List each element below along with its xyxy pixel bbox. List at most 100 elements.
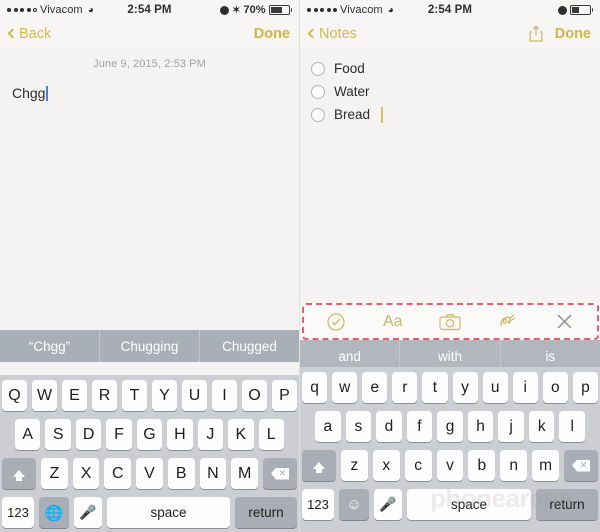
key-c[interactable]: C	[104, 458, 132, 489]
key-f[interactable]: F	[106, 419, 132, 450]
key-x[interactable]: x	[372, 450, 400, 481]
key-v[interactable]: v	[436, 450, 464, 481]
checkbox-circle-icon[interactable]	[311, 84, 325, 99]
key-w[interactable]: W	[32, 380, 57, 411]
key-q[interactable]: q	[302, 372, 328, 403]
dictation-key[interactable]: 🎤	[374, 489, 402, 520]
key-g[interactable]: G	[136, 419, 163, 450]
suggestion-0[interactable]: “Chgg”	[0, 330, 100, 362]
key-t[interactable]: T	[122, 380, 147, 411]
key-l[interactable]: L	[258, 419, 284, 450]
key-m[interactable]: m	[532, 450, 560, 481]
key-w[interactable]: w	[332, 372, 358, 403]
done-button[interactable]: Done	[555, 26, 591, 42]
checklist-icon[interactable]	[326, 312, 346, 332]
key-o[interactable]: O	[242, 380, 267, 411]
backspace-key[interactable]: ✕	[263, 458, 298, 489]
close-icon[interactable]	[555, 312, 574, 331]
key-f[interactable]: f	[406, 411, 433, 442]
key-z[interactable]: Z	[40, 458, 68, 489]
key-k[interactable]: K	[228, 419, 254, 450]
numbers-key[interactable]: 123	[2, 497, 34, 528]
text-cursor	[46, 85, 48, 101]
format-toolbar[interactable]: Aa	[300, 303, 600, 340]
key-k[interactable]: k	[528, 411, 555, 442]
key-q[interactable]: Q	[2, 380, 27, 411]
share-icon[interactable]	[529, 25, 543, 42]
numbers-key[interactable]: 123	[302, 489, 334, 520]
key-h[interactable]: H	[167, 419, 193, 450]
left-phone-screen: Vivacom ◕ 2:54 PM ✶ 70% Back Done June 9…	[0, 0, 300, 532]
key-c[interactable]: c	[404, 450, 432, 481]
text-format-icon[interactable]: Aa	[383, 313, 403, 331]
done-button[interactable]: Done	[254, 26, 290, 42]
key-s[interactable]: S	[45, 419, 71, 450]
notes-back-button[interactable]: Notes	[307, 25, 357, 42]
key-a[interactable]: A	[15, 419, 41, 450]
suggestion-1[interactable]: Chugging	[100, 330, 200, 362]
checkbox-circle-icon[interactable]	[311, 107, 325, 122]
back-button[interactable]: Back	[7, 26, 51, 42]
key-n[interactable]: n	[500, 450, 528, 481]
key-p[interactable]: p	[572, 372, 598, 403]
key-d[interactable]: d	[376, 411, 402, 442]
dictation-key[interactable]: 🎤	[74, 497, 102, 528]
key-y[interactable]: y	[452, 372, 478, 403]
key-r[interactable]: R	[92, 380, 117, 411]
notes-back-label: Notes	[319, 25, 357, 42]
key-x[interactable]: X	[72, 458, 100, 489]
suggestion-2[interactable]: Chugged	[200, 330, 299, 362]
return-key[interactable]: return	[235, 497, 297, 528]
key-y[interactable]: Y	[152, 380, 177, 411]
key-m[interactable]: M	[231, 458, 259, 489]
key-s[interactable]: s	[345, 411, 372, 442]
battery-icon	[569, 5, 593, 15]
key-u[interactable]: u	[482, 372, 508, 403]
key-j[interactable]: j	[498, 411, 524, 442]
left-suggestion-bar: “Chgg” Chugging Chugged	[0, 330, 299, 362]
key-b[interactable]: B	[167, 458, 195, 489]
key-n[interactable]: N	[199, 458, 227, 489]
key-e[interactable]: e	[362, 372, 388, 403]
keyboard-row-3: Z X C V B N M ✕	[1, 458, 298, 489]
key-v[interactable]: V	[136, 458, 163, 489]
key-r[interactable]: r	[392, 372, 418, 403]
key-i[interactable]: i	[512, 372, 538, 403]
key-b[interactable]: b	[468, 450, 496, 481]
key-i[interactable]: I	[212, 380, 237, 411]
left-keyboard[interactable]: Q W E R T Y U I O P A S D F G H J K L Z …	[0, 375, 299, 532]
camera-icon[interactable]	[439, 313, 461, 331]
key-u[interactable]: U	[182, 380, 207, 411]
left-status-indicators: ✶ 70%	[220, 4, 292, 16]
key-g[interactable]: g	[437, 411, 463, 442]
emoji-icon: ☺	[346, 496, 362, 513]
right-keyboard[interactable]: q w e r t y u i o p a s d f g h j k l z …	[300, 367, 600, 532]
key-t[interactable]: t	[422, 372, 448, 403]
key-o[interactable]: o	[542, 372, 568, 403]
checkbox-circle-icon[interactable]	[311, 61, 325, 76]
checklist-item[interactable]: Bread	[311, 103, 600, 126]
space-key[interactable]: space	[107, 497, 230, 528]
right-status-indicators	[557, 5, 593, 15]
key-a[interactable]: a	[314, 411, 341, 442]
emoji-key[interactable]: ☺	[339, 489, 369, 520]
shift-key[interactable]	[302, 450, 336, 481]
key-j[interactable]: J	[197, 419, 224, 450]
checklist-item[interactable]: Food	[311, 57, 600, 80]
checklist-item[interactable]: Water	[311, 80, 600, 103]
key-p[interactable]: P	[272, 380, 297, 411]
globe-key[interactable]: 🌐	[39, 497, 69, 528]
key-d[interactable]: D	[75, 419, 102, 450]
key-h[interactable]: h	[467, 411, 494, 442]
shift-key[interactable]	[1, 458, 36, 489]
globe-icon: 🌐	[44, 504, 64, 522]
key-z[interactable]: z	[341, 450, 368, 481]
backspace-key[interactable]: ✕	[564, 450, 599, 481]
keyboard-row-2: a s d f g h j k l	[302, 411, 598, 442]
note-text-field[interactable]: Chgg	[0, 70, 299, 101]
key-e[interactable]: E	[62, 380, 87, 411]
sketch-icon[interactable]	[498, 313, 518, 331]
return-key[interactable]: return	[536, 489, 598, 520]
key-l[interactable]: l	[559, 411, 586, 442]
space-key[interactable]: space	[407, 489, 531, 520]
